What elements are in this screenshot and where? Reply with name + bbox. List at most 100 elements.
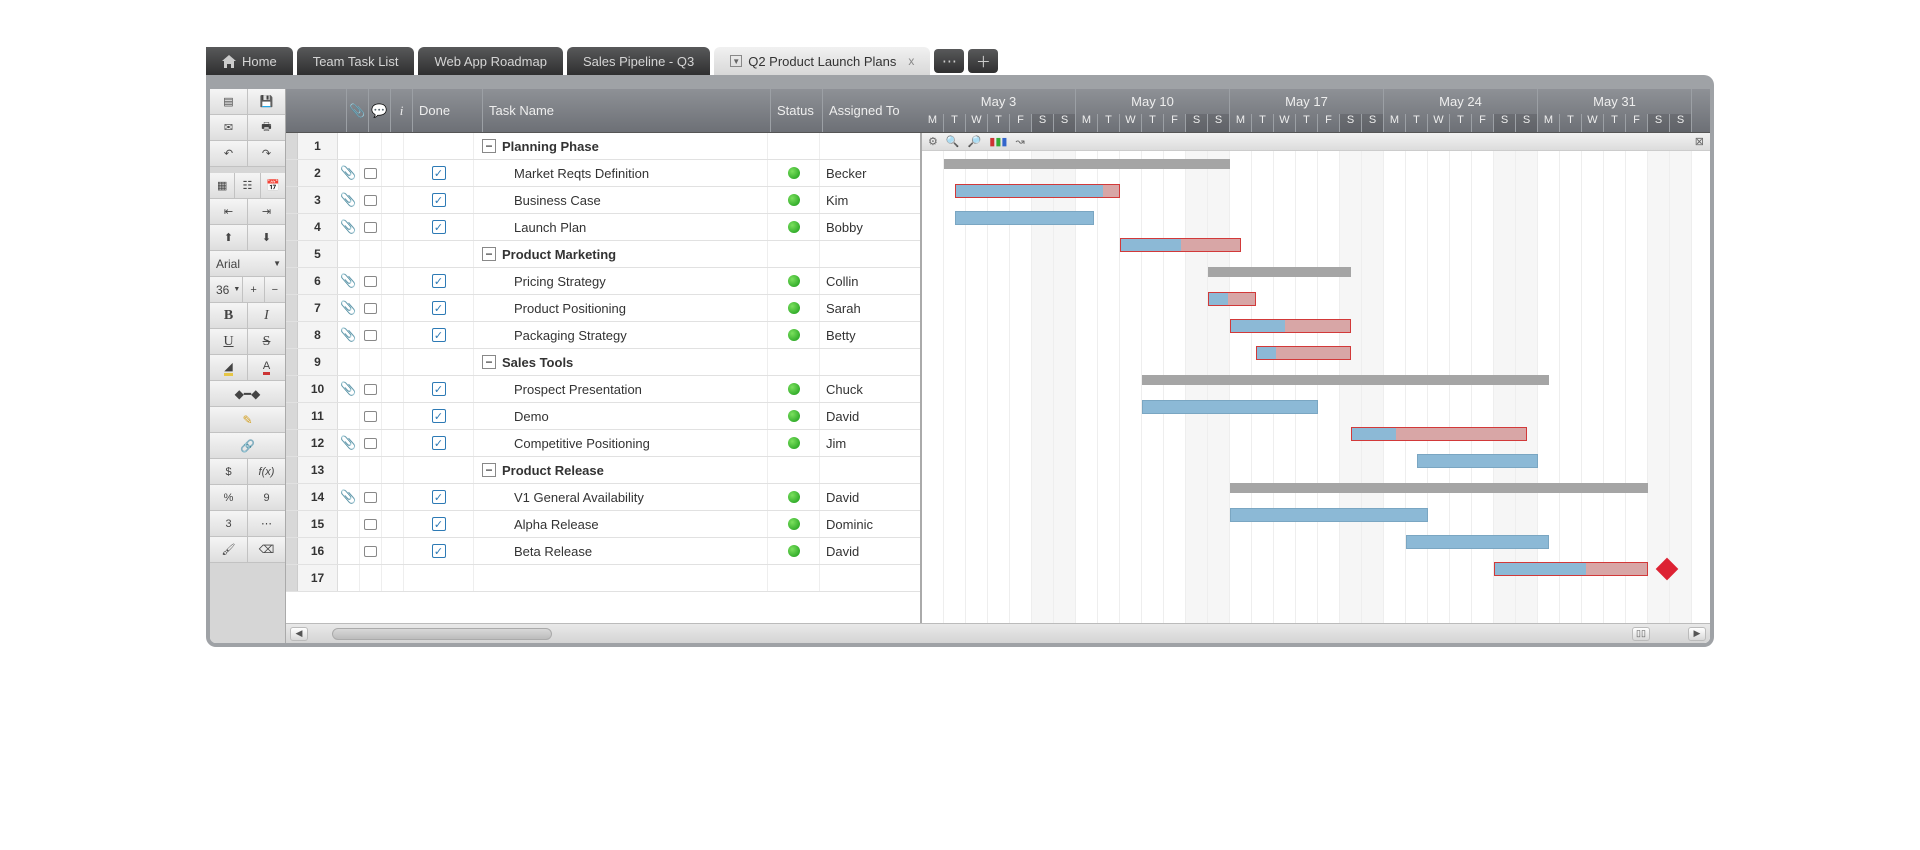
clear-format-button[interactable]: ⌫ [248, 537, 285, 562]
row-handle[interactable] [286, 403, 298, 429]
status-cell[interactable] [768, 430, 820, 456]
scroll-left-button[interactable]: ◀ [290, 627, 308, 641]
assigned-cell[interactable] [820, 565, 920, 591]
edit-button[interactable]: ✎ [210, 407, 285, 432]
gantt-task-bar[interactable] [1494, 562, 1648, 576]
gantt-summary-bar[interactable] [944, 159, 1230, 169]
table-row[interactable]: 17 [286, 565, 920, 592]
collapse-icon[interactable]: − [482, 247, 496, 261]
gantt-task-bar[interactable] [1208, 292, 1256, 306]
link-button[interactable]: 🔗 [210, 433, 285, 458]
info-cell[interactable] [382, 349, 404, 375]
gear-icon[interactable]: ⚙ [928, 135, 938, 148]
tab-q2-product-launch[interactable]: ▼ Q2 Product Launch Plans x [714, 47, 930, 75]
gantt-summary-bar[interactable] [1208, 267, 1351, 277]
status-cell[interactable] [768, 133, 820, 159]
attachment-cell[interactable]: 📎 [338, 430, 360, 456]
close-gantt-icon[interactable]: ⊠ [1695, 135, 1704, 148]
table-row[interactable]: 14📎✓V1 General AvailabilityDavid [286, 484, 920, 511]
row-handle[interactable] [286, 457, 298, 483]
task-cell[interactable]: −Product Marketing [474, 241, 768, 267]
row-handle[interactable] [286, 565, 298, 591]
font-size-down-button[interactable]: − [265, 277, 285, 302]
row-handle[interactable] [286, 160, 298, 186]
comment-cell[interactable] [360, 376, 382, 402]
info-cell[interactable] [382, 160, 404, 186]
number-format-button[interactable]: ⋯ [248, 511, 285, 536]
status-cell[interactable] [768, 322, 820, 348]
attachment-cell[interactable]: 📎 [338, 187, 360, 213]
table-row[interactable]: 4📎✓Launch PlanBobby [286, 214, 920, 241]
attachment-cell[interactable]: 📎 [338, 484, 360, 510]
assigned-cell[interactable]: Bobby [820, 214, 920, 240]
info-cell[interactable] [382, 457, 404, 483]
comment-cell[interactable] [360, 511, 382, 537]
task-cell[interactable]: Business Case [474, 187, 768, 213]
grid-view-button[interactable]: ▦ [210, 173, 235, 198]
task-cell[interactable]: Product Positioning [474, 295, 768, 321]
gantt-task-bar[interactable] [1230, 508, 1428, 522]
row-handle[interactable] [286, 268, 298, 294]
done-cell[interactable]: ✓ [404, 268, 474, 294]
tab-sales-pipeline[interactable]: Sales Pipeline - Q3 [567, 47, 710, 75]
format-painter-button[interactable]: 🖌 [210, 537, 248, 562]
task-cell[interactable]: V1 General Availability [474, 484, 768, 510]
status-cell[interactable] [768, 241, 820, 267]
print-button[interactable]: 🖶 [248, 115, 285, 140]
gantt-task-bar[interactable] [1417, 454, 1538, 468]
tab-new-button[interactable]: ＋ [968, 49, 998, 73]
zoom-in-icon[interactable]: 🔍 [946, 135, 960, 148]
close-icon[interactable]: x [908, 54, 914, 68]
gantt-task-bar[interactable] [1120, 238, 1241, 252]
scroll-split-button[interactable]: ▯▯ [1632, 627, 1650, 641]
info-cell[interactable] [382, 187, 404, 213]
scroll-thumb[interactable] [332, 628, 552, 640]
task-cell[interactable]: Prospect Presentation [474, 376, 768, 402]
done-cell[interactable]: ✓ [404, 511, 474, 537]
assigned-cell[interactable]: Collin [820, 268, 920, 294]
gantt-view-button[interactable]: ☷ [235, 173, 260, 198]
attachment-cell[interactable] [338, 133, 360, 159]
save-button[interactable]: 💾 [248, 89, 285, 114]
status-cell[interactable] [768, 376, 820, 402]
fill-color-button[interactable]: ◢ [210, 355, 248, 380]
assigned-cell[interactable]: Sarah [820, 295, 920, 321]
task-cell[interactable]: Market Reqts Definition [474, 160, 768, 186]
status-column-header[interactable]: Status [770, 89, 822, 132]
collapse-icon[interactable]: − [482, 355, 496, 369]
assigned-column-header[interactable]: Assigned To [822, 89, 922, 132]
comment-cell[interactable] [360, 430, 382, 456]
done-cell[interactable] [404, 565, 474, 591]
comment-cell[interactable] [360, 241, 382, 267]
gantt-task-bar[interactable] [1351, 427, 1527, 441]
thousands-button[interactable]: 3 [210, 511, 248, 536]
decimal-button[interactable]: 9 [248, 485, 285, 510]
done-cell[interactable]: ✓ [404, 403, 474, 429]
table-row[interactable]: 13−Product Release [286, 457, 920, 484]
status-cell[interactable] [768, 565, 820, 591]
task-cell[interactable]: Packaging Strategy [474, 322, 768, 348]
info-cell[interactable] [382, 538, 404, 564]
info-cell[interactable] [382, 430, 404, 456]
comments-column-header[interactable]: 💬 [368, 89, 390, 132]
attachment-cell[interactable] [338, 241, 360, 267]
done-cell[interactable] [404, 457, 474, 483]
assigned-cell[interactable] [820, 133, 920, 159]
attachment-cell[interactable]: 📎 [338, 214, 360, 240]
row-handle[interactable] [286, 187, 298, 213]
row-handle[interactable] [286, 484, 298, 510]
collapse-icon[interactable]: − [482, 463, 496, 477]
comment-cell[interactable] [360, 160, 382, 186]
comment-cell[interactable] [360, 133, 382, 159]
status-cell[interactable] [768, 349, 820, 375]
tab-home[interactable]: Home [206, 47, 293, 75]
percent-button[interactable]: % [210, 485, 248, 510]
indent-button[interactable]: ⇥ [248, 199, 285, 224]
assigned-cell[interactable]: Betty [820, 322, 920, 348]
table-row[interactable]: 3📎✓Business CaseKim [286, 187, 920, 214]
assigned-cell[interactable]: Chuck [820, 376, 920, 402]
done-cell[interactable] [404, 133, 474, 159]
row-handle[interactable] [286, 538, 298, 564]
info-cell[interactable] [382, 133, 404, 159]
outdent-button[interactable]: ⇤ [210, 199, 248, 224]
